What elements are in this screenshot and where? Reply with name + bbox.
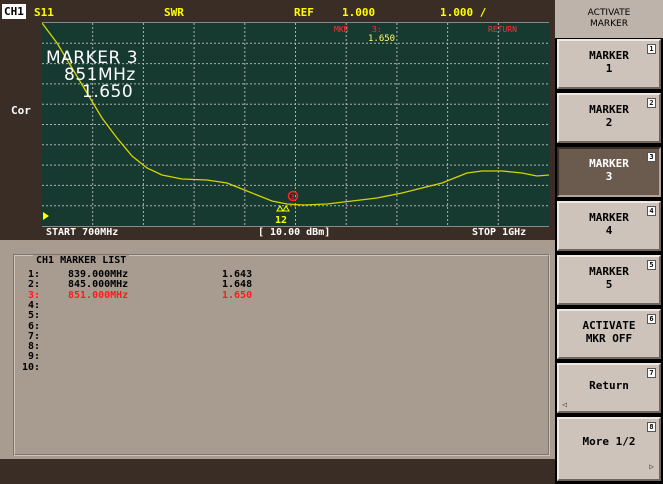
scale-value: 1.000 / (440, 6, 487, 19)
softkey-number: 6 (647, 314, 656, 324)
softkey-number: 7 (647, 368, 656, 378)
marker-readout-value: 1.650 (368, 34, 396, 44)
back-arrow-icon: ◁ (562, 400, 567, 409)
marker-list-row: 10: (12, 362, 532, 373)
return-loss-label: RETURN (488, 25, 517, 34)
marker-cluster-label: 12 (275, 215, 287, 226)
ref-value: 1.000 (342, 6, 376, 19)
menu-title-line1: ACTIVATE (587, 8, 631, 18)
softkey-number: 1 (647, 44, 656, 54)
start-frequency: START 700MHz (46, 227, 119, 238)
forward-arrow-icon: ▷ (649, 462, 654, 471)
ref-label: REF (294, 6, 314, 19)
softkey-label: Return (589, 379, 629, 392)
param-label: S11 (34, 6, 54, 19)
softkey-label: MARKER 5 (589, 265, 629, 291)
marker-readout-num: 3: (372, 25, 382, 34)
active-marker-tag: 3 (291, 193, 295, 201)
marker-readout-label: MKR (334, 25, 349, 34)
reference-position-marker (43, 212, 49, 220)
marker-list-title: CH1 MARKER LIST (33, 255, 130, 266)
trace-plot: 3 12 MKR 3: 1.650 RETURN MARKER 3 851MHz … (42, 22, 549, 227)
marker-2-button[interactable]: MARKER 2 2 (557, 93, 661, 143)
softkey-label: MARKER 3 (589, 157, 629, 183)
format-label: SWR (164, 6, 184, 19)
softkey-number: 2 (647, 98, 656, 108)
softkey-label: MARKER 4 (589, 211, 629, 237)
marker-symbol[interactable] (276, 205, 284, 212)
marker-3-button[interactable]: MARKER 3 3 (557, 147, 661, 197)
correction-indicator: Cor (11, 104, 31, 117)
softkey-label: MARKER 2 (589, 103, 629, 129)
channel-badge[interactable]: CH1 (2, 4, 26, 19)
status-bar (0, 459, 555, 484)
softkey-label: More 1/2 (582, 435, 636, 448)
more-button[interactable]: More 1/2 8 ▷ (557, 417, 661, 481)
active-marker-value: 1.650 (82, 82, 134, 102)
activate-mkr-off-button[interactable]: ACTIVATE MKR OFF 6 (557, 309, 661, 359)
softkey-number: 5 (647, 260, 656, 270)
marker-row-index: 10: (21, 361, 40, 373)
softkey-menu-title: ACTIVATE MARKER (555, 0, 663, 38)
softkey-number: 8 (647, 422, 656, 432)
graph-header: CH1 S11 SWR REF 1.000 1.000 / (0, 0, 555, 22)
marker-1-button[interactable]: MARKER 1 1 (557, 39, 661, 89)
softkey-label: ACTIVATE MKR OFF (582, 319, 636, 345)
return-button[interactable]: Return 7 ◁ (557, 363, 661, 413)
softkey-number: 4 (647, 206, 656, 216)
stop-frequency: STOP 1GHz (472, 227, 527, 238)
source-power: [ 10.00 dBm] (258, 227, 331, 238)
marker-4-button[interactable]: MARKER 4 4 (557, 201, 661, 251)
graph-panel: CH1 S11 SWR REF 1.000 1.000 / Cor 3 12 MK… (0, 0, 555, 240)
softkey-number: 3 (647, 152, 656, 162)
menu-title-line2: MARKER (589, 19, 629, 29)
analyzer-window: CH1 S11 SWR REF 1.000 1.000 / Cor 3 12 MK… (0, 0, 663, 484)
marker-symbol[interactable] (282, 205, 290, 212)
sweep-footer: START 700MHz [ 10.00 dBm] STOP 1GHz (42, 226, 549, 240)
softkey-label: MARKER 1 (589, 49, 629, 75)
marker-5-button[interactable]: MARKER 5 5 (557, 255, 661, 305)
softkey-panel: ACTIVATE MARKER MARKER 1 1 MARKER 2 2 MA… (555, 0, 663, 484)
